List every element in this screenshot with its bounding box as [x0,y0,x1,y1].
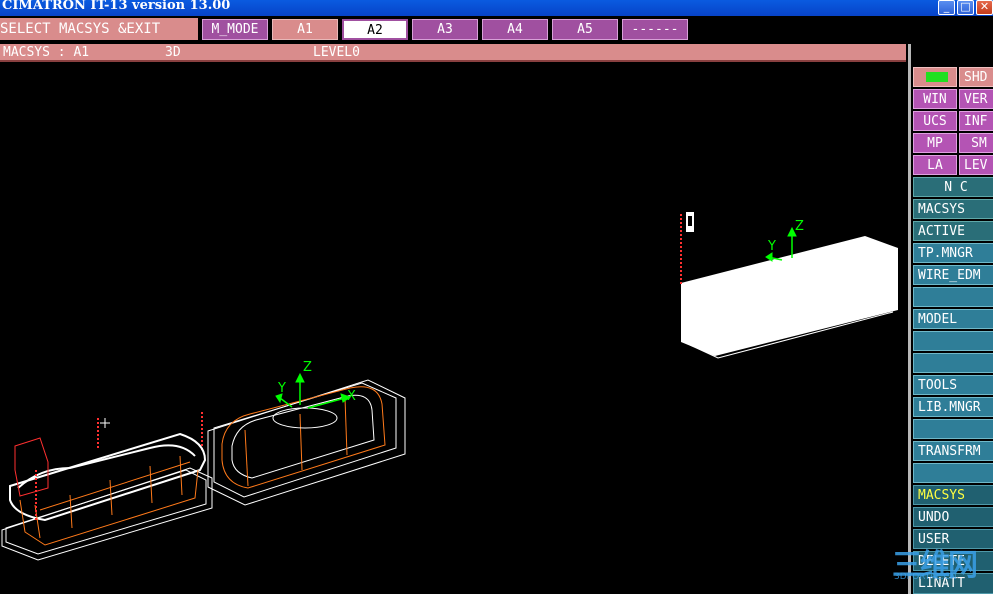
axis-label-x-middle: X [347,389,356,404]
empty-menu-slot-1[interactable] [913,287,993,307]
mp-button[interactable]: MP [913,133,957,153]
axis-label-y-middle: Y [277,381,286,396]
wire-edm-button[interactable]: WIRE_EDM [913,265,993,285]
tools-button[interactable]: TOOLS [913,375,993,395]
close-button[interactable]: ✕ [976,0,993,15]
wireframe-part-middle [201,379,406,506]
viewport-divider [908,44,911,594]
ucs-button[interactable]: UCS [913,111,957,131]
mode-a3-button[interactable]: A3 [412,19,478,40]
mode-a1-button[interactable]: A1 [272,19,338,40]
title-bar: CIMATRON IT-13 version 13.00 _ □ ✕ [0,0,993,16]
lib-mngr-button[interactable]: LIB.MNGR [913,397,993,417]
win-button[interactable]: WIN [913,89,957,109]
mode-a5-button[interactable]: A5 [552,19,618,40]
axis-label-z-middle: Z [303,360,312,375]
empty-menu-slot-3[interactable] [913,353,993,373]
model-button[interactable]: MODEL [913,309,993,329]
nc-button[interactable]: N C [913,177,993,197]
status-level: LEVEL0 [313,45,360,60]
ver-button[interactable]: VER [959,89,993,109]
axis-label-z-right: Z [795,219,804,234]
inf-button[interactable]: INF [959,111,993,131]
graphics-viewport[interactable]: Z Y Z Y X [0,62,908,594]
la-button[interactable]: LA [913,155,957,175]
macsys-active-button[interactable]: MACSYS [913,485,993,505]
status-view: 3D [165,45,181,60]
status-bar: MACSYS : A1 3D LEVEL0 [0,44,906,62]
window-title: CIMATRON IT-13 version 13.00 [2,0,231,13]
green-indicator [926,72,948,82]
empty-menu-slot-4[interactable] [913,419,993,439]
empty-menu-slot-2[interactable] [913,331,993,351]
command-prompt: SELECT MACSYS &EXIT [0,18,198,40]
minimize-button[interactable]: _ [938,0,955,15]
watermark-url: 3DPORTAL.CN [894,572,957,582]
mode-a2-button[interactable]: A2 [342,19,408,40]
mode-more-button[interactable]: ------ [622,19,688,40]
maximize-button[interactable]: □ [957,0,974,15]
empty-menu-slot-5[interactable] [913,463,993,483]
undo-button[interactable]: UNDO [913,507,993,527]
sm-button[interactable]: SM [959,133,993,153]
shd-button[interactable]: SHD [959,67,993,87]
wireframe-part-left [1,418,213,561]
shading-indicator-button[interactable] [913,67,957,87]
status-macsys: MACSYS : A1 [3,45,90,60]
macsys-button[interactable]: MACSYS [913,199,993,219]
mode-m-mode-button[interactable]: M_MODE [202,19,268,40]
lev-button[interactable]: LEV [959,155,993,175]
transfrm-button[interactable]: TRANSFRM [913,441,993,461]
mode-a4-button[interactable]: A4 [482,19,548,40]
axis-label-y-right: Y [767,239,776,254]
active-button[interactable]: ACTIVE [913,221,993,241]
cursor-crosshair [100,418,110,428]
tp-mngr-button[interactable]: TP.MNGR [913,243,993,263]
